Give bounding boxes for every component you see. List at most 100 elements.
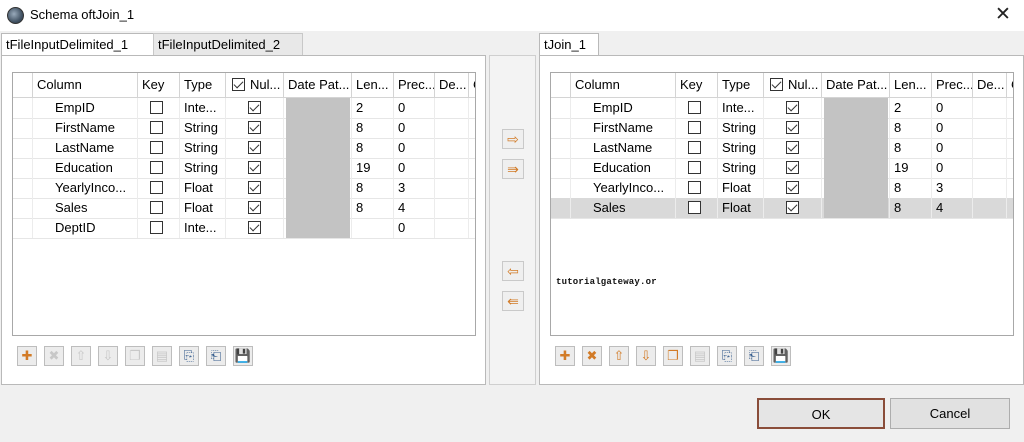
key-checkbox[interactable] xyxy=(150,161,163,174)
column-name-cell[interactable]: DeptID xyxy=(33,218,138,238)
precision-cell[interactable]: 0 xyxy=(932,158,973,178)
default-cell[interactable] xyxy=(973,198,1007,218)
column-name-cell[interactable]: Education xyxy=(33,158,138,178)
column-header[interactable]: Prec... xyxy=(394,73,435,97)
date-pattern-cell[interactable] xyxy=(284,218,352,238)
date-pattern-cell[interactable] xyxy=(284,98,352,118)
nullable-checkbox[interactable] xyxy=(786,201,799,214)
copy-all-right-arrow-button[interactable]: ⇛ xyxy=(502,159,524,179)
tab-tfileinputdelimited-2[interactable]: tFileInputDelimited_2 xyxy=(153,33,303,56)
nullable-cell[interactable] xyxy=(764,138,822,158)
precision-cell[interactable]: 4 xyxy=(932,198,973,218)
type-cell[interactable]: Float xyxy=(180,178,226,198)
nullable-cell[interactable] xyxy=(226,118,284,138)
key-cell[interactable] xyxy=(676,138,718,158)
nullable-cell[interactable] xyxy=(226,198,284,218)
table-row[interactable]: FirstName String 8 0 xyxy=(13,118,475,139)
key-checkbox[interactable] xyxy=(688,141,701,154)
type-cell[interactable]: String xyxy=(718,158,764,178)
type-cell[interactable]: Inte... xyxy=(180,98,226,118)
save-schema-button[interactable]: 💾 xyxy=(233,346,253,366)
default-cell[interactable] xyxy=(973,178,1007,198)
date-pattern-cell[interactable] xyxy=(284,178,352,198)
column-header[interactable]: Nul... xyxy=(764,73,822,97)
length-cell[interactable]: 2 xyxy=(352,98,394,118)
column-name-cell[interactable]: Sales xyxy=(571,198,676,218)
tab-tjoin-1[interactable]: tJoin_1 xyxy=(539,33,599,56)
date-pattern-cell[interactable] xyxy=(822,138,890,158)
date-pattern-cell[interactable] xyxy=(284,158,352,178)
copy-right-arrow-button[interactable]: ⇨ xyxy=(502,129,524,149)
table-row[interactable]: Education String 19 0 xyxy=(13,158,475,179)
column-name-cell[interactable]: LastName xyxy=(33,138,138,158)
column-header[interactable]: C xyxy=(469,73,475,97)
table-row[interactable]: LastName String 8 0 xyxy=(551,138,1013,159)
default-cell[interactable] xyxy=(435,198,469,218)
column-name-cell[interactable]: FirstName xyxy=(571,118,676,138)
column-header[interactable]: Key xyxy=(676,73,718,97)
nullable-checkbox[interactable] xyxy=(786,121,799,134)
length-cell[interactable] xyxy=(352,218,394,238)
length-cell[interactable]: 8 xyxy=(890,118,932,138)
column-header[interactable]: De... xyxy=(973,73,1007,97)
nullable-checkbox[interactable] xyxy=(786,141,799,154)
date-pattern-cell[interactable] xyxy=(284,198,352,218)
export-schema-button[interactable]: ⎗ xyxy=(744,346,764,366)
key-cell[interactable] xyxy=(138,138,180,158)
nullable-cell[interactable] xyxy=(764,98,822,118)
remove-row-button[interactable]: ✖ xyxy=(582,346,602,366)
key-checkbox[interactable] xyxy=(150,121,163,134)
precision-cell[interactable]: 0 xyxy=(394,138,435,158)
date-pattern-cell[interactable] xyxy=(822,98,890,118)
tab-tfileinputdelimited-1[interactable]: tFileInputDelimited_1 xyxy=(1,33,154,56)
table-row[interactable]: EmpID Inte... 2 0 xyxy=(13,98,475,119)
nullable-cell[interactable] xyxy=(764,198,822,218)
nullable-checkbox[interactable] xyxy=(248,141,261,154)
comment-cell[interactable] xyxy=(1007,118,1013,138)
type-cell[interactable]: Inte... xyxy=(718,98,764,118)
cancel-button[interactable]: Cancel xyxy=(890,398,1010,429)
key-cell[interactable] xyxy=(138,118,180,138)
default-cell[interactable] xyxy=(973,98,1007,118)
save-schema-button[interactable]: 💾 xyxy=(771,346,791,366)
table-row[interactable]: Education String 19 0 xyxy=(551,158,1013,179)
copy-all-left-arrow-button[interactable]: ⇚ xyxy=(502,291,524,311)
length-cell[interactable]: 8 xyxy=(890,198,932,218)
column-header[interactable]: C xyxy=(1007,73,1013,97)
table-row[interactable]: YearlyInco... Float 8 3 xyxy=(13,178,475,199)
nullable-checkbox[interactable] xyxy=(786,181,799,194)
precision-cell[interactable]: 0 xyxy=(932,98,973,118)
nullable-cell[interactable] xyxy=(764,178,822,198)
comment-cell[interactable] xyxy=(1007,158,1013,178)
type-cell[interactable]: String xyxy=(718,138,764,158)
default-cell[interactable] xyxy=(435,138,469,158)
length-cell[interactable]: 8 xyxy=(352,118,394,138)
date-pattern-cell[interactable] xyxy=(822,178,890,198)
precision-cell[interactable]: 3 xyxy=(394,178,435,198)
key-cell[interactable] xyxy=(676,98,718,118)
key-checkbox[interactable] xyxy=(688,121,701,134)
select-all-nullable-checkbox[interactable] xyxy=(232,78,245,91)
default-cell[interactable] xyxy=(435,158,469,178)
key-cell[interactable] xyxy=(138,98,180,118)
paste-button[interactable]: ▤ xyxy=(152,346,172,366)
close-button[interactable]: ✕ xyxy=(990,3,1016,27)
nullable-checkbox[interactable] xyxy=(248,121,261,134)
length-cell[interactable]: 8 xyxy=(352,138,394,158)
remove-row-button[interactable]: ✖ xyxy=(44,346,64,366)
precision-cell[interactable]: 0 xyxy=(394,98,435,118)
table-row[interactable]: LastName String 8 0 xyxy=(13,138,475,159)
copy-left-arrow-button[interactable]: ⇦ xyxy=(502,261,524,281)
precision-cell[interactable]: 0 xyxy=(932,118,973,138)
table-row[interactable]: Sales Float 8 4 xyxy=(13,198,475,219)
default-cell[interactable] xyxy=(973,158,1007,178)
default-cell[interactable] xyxy=(435,118,469,138)
key-cell[interactable] xyxy=(138,198,180,218)
precision-cell[interactable]: 0 xyxy=(394,158,435,178)
move-down-button[interactable]: ⇩ xyxy=(98,346,118,366)
import-schema-button[interactable]: ⎘ xyxy=(179,346,199,366)
column-name-cell[interactable]: EmpID xyxy=(33,98,138,118)
nullable-checkbox[interactable] xyxy=(248,181,261,194)
table-row[interactable]: DeptID Inte... 0 xyxy=(13,218,475,239)
column-header[interactable]: Len... xyxy=(352,73,394,97)
